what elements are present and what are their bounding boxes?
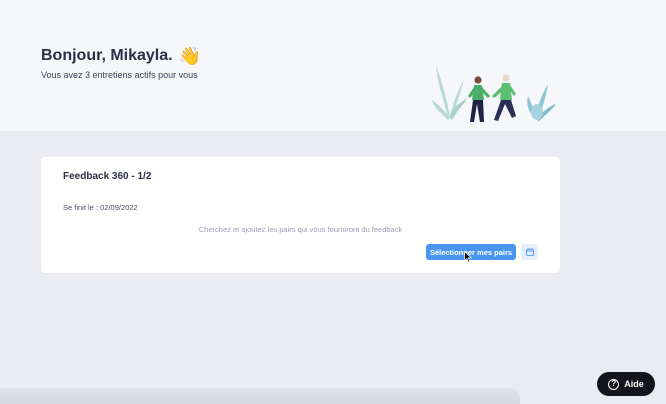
calendar-button[interactable] [521, 244, 538, 260]
help-button[interactable]: ? Aide [597, 372, 655, 396]
mouse-cursor-icon [464, 251, 472, 263]
calendar-icon [525, 248, 534, 256]
greeting: Bonjour, Mikayla. 👋 [41, 47, 201, 65]
help-label: Aide [624, 379, 644, 389]
bottom-panel-edge [0, 388, 520, 404]
help-icon: ? [608, 378, 620, 390]
person-two-icon [492, 74, 516, 121]
feedback-360-card: Feedback 360 - 1/2 Se finit le : 02/09/2… [41, 157, 560, 273]
due-date: Se finit le : 02/09/2022 [63, 203, 138, 212]
greeting-text: Bonjour, Mikayla. [41, 47, 173, 64]
active-interviews-subtitle: Vous avez 3 entretiens actifs pour vous [41, 70, 198, 80]
plant-right-icon [527, 84, 556, 122]
peers-hint: Cherchez et ajoutez les pairs qui vous f… [198, 225, 403, 234]
people-walking-illustration [432, 66, 556, 122]
person-one-icon [468, 76, 490, 122]
waving-hand-icon: 👋 [178, 46, 202, 66]
plant-left-icon [432, 66, 468, 120]
card-title: Feedback 360 - 1/2 [63, 171, 152, 182]
hero-header: Bonjour, Mikayla. 👋 Vous avez 3 entretie… [0, 0, 666, 131]
